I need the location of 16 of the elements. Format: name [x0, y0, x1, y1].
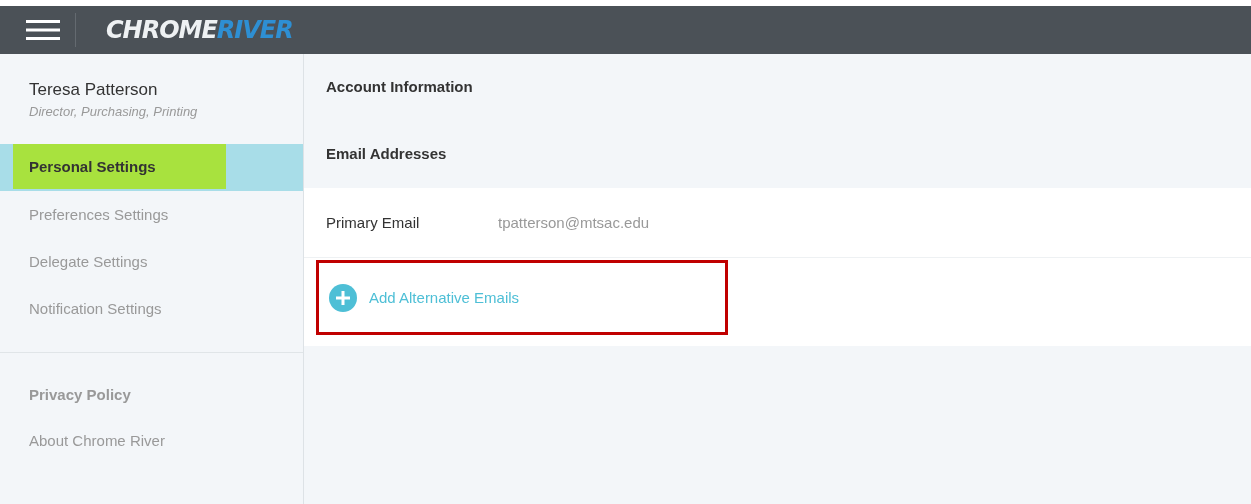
section-heading: Account Information [326, 78, 473, 95]
nav-item[interactable]: Preferences Settings [0, 191, 303, 238]
plus-icon [329, 283, 357, 312]
logo: CHROMERIVER [106, 16, 293, 44]
user-title: Director, Purchasing, Printing [29, 104, 199, 119]
add-emails-link[interactable]: Add Alternative Emails [329, 283, 520, 312]
section-heading: Email Addresses [326, 145, 447, 162]
nav-item[interactable]: Notification Settings [0, 285, 303, 332]
user-name: Teresa Patterson [29, 80, 159, 100]
email-value: tpatterson@mtsac.edu [498, 214, 650, 231]
field-label: Primary Email [326, 214, 421, 231]
footer-link[interactable]: About Chrome River [29, 431, 165, 449]
menu-icon[interactable] [26, 20, 60, 40]
footer-link[interactable]: Privacy Policy [29, 385, 131, 403]
nav-item[interactable]: Personal Settings [0, 144, 303, 191]
nav-item[interactable]: Delegate Settings [0, 238, 303, 285]
